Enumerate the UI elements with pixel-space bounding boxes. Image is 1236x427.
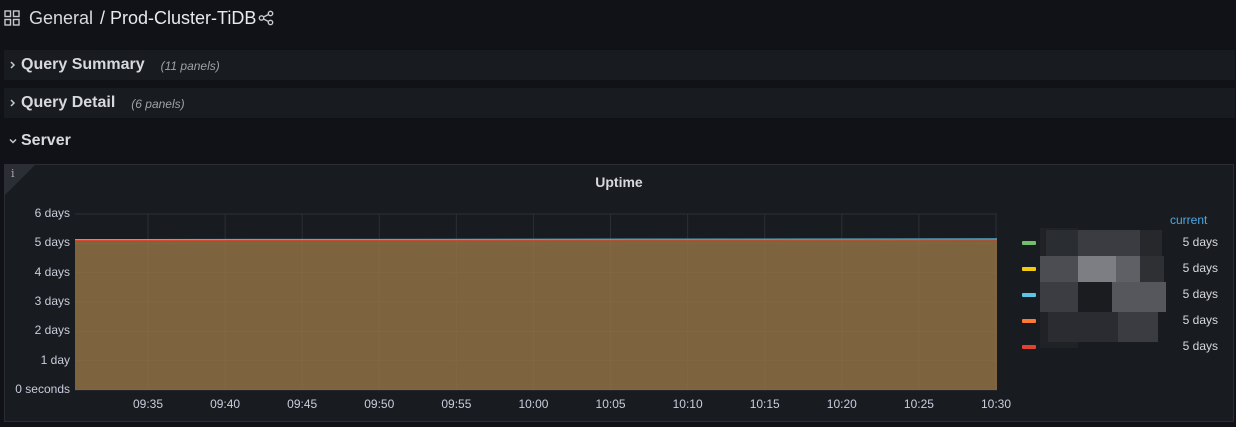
x-tick-label: 10:05 <box>595 397 626 411</box>
legend-color-swatch[interactable] <box>1022 241 1036 245</box>
legend-current-value: 5 days <box>1182 313 1218 327</box>
series-line <box>74 239 998 241</box>
x-tick-label: 09:55 <box>441 397 472 411</box>
series-area <box>75 239 997 390</box>
x-tick-label: 09:45 <box>287 397 318 411</box>
y-tick-label: 0 seconds <box>15 382 70 396</box>
uptime-chart <box>74 213 998 391</box>
y-tick-label: 2 days <box>34 323 70 338</box>
x-tick-label: 10:20 <box>826 397 857 411</box>
y-tick-label: 4 days <box>34 264 70 279</box>
x-tick-label: 10:00 <box>518 397 549 411</box>
chart-series <box>74 238 998 390</box>
y-tick-label: 3 days <box>34 294 70 308</box>
y-tick-label: 6 days <box>34 206 70 220</box>
legend-color-swatch[interactable] <box>1022 345 1036 349</box>
x-tick-label: 10:25 <box>903 397 934 411</box>
legend-color-swatch[interactable] <box>1022 293 1036 297</box>
legend-current-value: 5 days <box>1182 339 1218 353</box>
y-tick-label: 1 day <box>40 352 70 367</box>
legend-color-swatch[interactable] <box>1022 319 1036 323</box>
legend-current-value: 5 days <box>1182 235 1218 249</box>
x-tick-label: 09:40 <box>210 397 241 411</box>
legend-current-value: 5 days <box>1182 261 1218 275</box>
x-tick-label: 10:30 <box>980 397 1012 411</box>
x-tick-label: 10:15 <box>749 397 780 411</box>
x-tick-label: 09:35 <box>132 397 164 411</box>
y-tick-label: 5 days <box>34 235 70 250</box>
legend-header-current[interactable]: current <box>1170 213 1207 227</box>
x-tick-label: 10:10 <box>672 397 703 411</box>
x-tick-label: 09:50 <box>364 397 395 411</box>
legend-color-swatch[interactable] <box>1022 267 1036 271</box>
legend-current-value: 5 days <box>1182 287 1218 301</box>
